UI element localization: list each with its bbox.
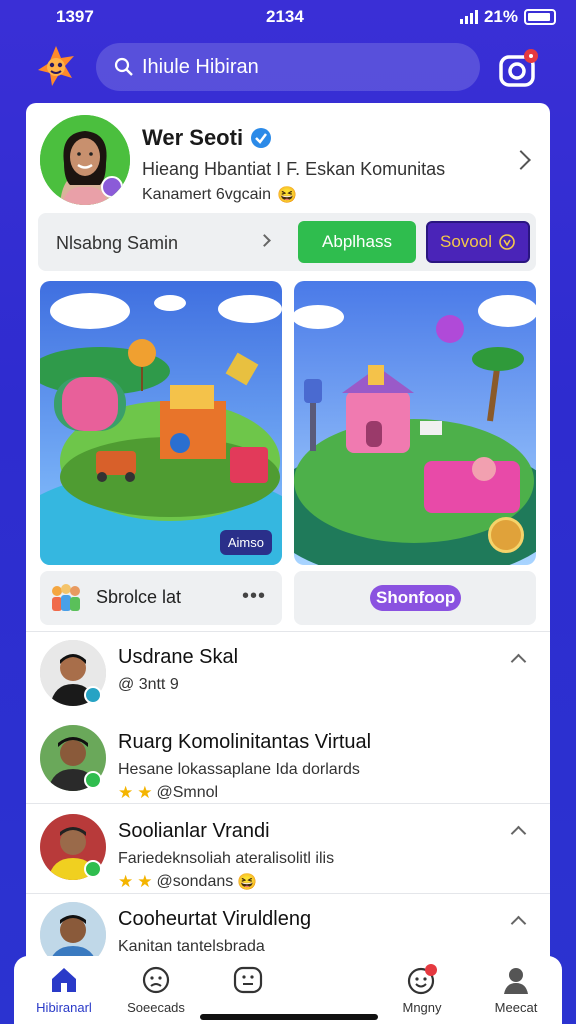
action-label[interactable]: Nlsabng Samin [56, 233, 178, 254]
nav-item-home[interactable]: Hibiranarl [14, 962, 114, 1020]
main-card: Wer Seoti Hieang Hbantiat I F. Eskan Kom… [26, 103, 550, 973]
purple-action-button[interactable]: Sovool [426, 221, 530, 263]
status-left-text: 1397 [56, 7, 94, 26]
nav-label: Mngny [402, 1000, 442, 1015]
smiley-notification-icon [407, 964, 437, 995]
list-item-meta: ★ ★ @Smnol [118, 783, 218, 803]
app-logo-icon[interactable] [34, 44, 78, 88]
star-icon: ★ [137, 783, 153, 802]
laughing-emoji-icon: 😆 [276, 187, 297, 204]
nav-item-chat[interactable] [198, 962, 298, 1020]
battery-percentage: 21% [483, 7, 518, 26]
chevron-right-icon[interactable] [511, 150, 531, 170]
chat-face-icon [233, 966, 263, 994]
list-item-handle: @Smnol [156, 784, 219, 801]
nav-label: Soeecads [127, 1000, 185, 1015]
tile-footer-2[interactable]: Shonfoop [294, 571, 536, 625]
list-item-subtitle: Hesane lokassaplane Ida dorlards [118, 761, 360, 778]
search-icon [114, 57, 133, 76]
list-item[interactable]: Soolianlar Vrandi Fariedeknsoliah ateral… [26, 803, 550, 893]
status-right: 21% [459, 7, 556, 27]
woman-avatar-image [40, 115, 130, 205]
search-bar[interactable] [96, 43, 480, 91]
status-bar: 1397 2134 21% [0, 0, 576, 36]
status-dot-icon [84, 771, 102, 789]
camera-notification-icon[interactable] [498, 48, 540, 90]
list-item-handle: @sondans [156, 873, 234, 890]
home-icon [52, 968, 76, 992]
game-tile-2[interactable] [294, 281, 536, 565]
green-action-button[interactable]: Abplhass [298, 221, 416, 263]
chevron-up-icon[interactable] [510, 825, 527, 842]
profile-avatar[interactable] [40, 115, 130, 205]
list-item-title: Usdrane Skal [118, 646, 239, 668]
people-group-icon [52, 584, 80, 611]
nav-item-profile[interactable]: Meecat [466, 962, 566, 1020]
list-item[interactable]: Usdrane Skal @ 3ntt 9 [26, 631, 550, 717]
list-item-title: Cooheurtat Viruldleng [118, 908, 312, 930]
tile-tag: Aimso [219, 530, 272, 555]
purple-action-label: Sovool [440, 232, 492, 251]
profile-header[interactable]: Wer Seoti Hieang Hbantiat I F. Eskan Kom… [38, 113, 538, 209]
search-input[interactable] [142, 55, 442, 79]
star-icon: ★ [118, 783, 134, 802]
list-item-meta: ★ ★ @sondans 😆 [118, 872, 257, 892]
list-item-subtitle: Kanitan tantelsbrada [118, 938, 265, 955]
profile-caption: Kanamert 6vgcain [142, 186, 271, 203]
profile-subtitle: Hieang Hbantiat I F. Eskan Komunitas [142, 159, 446, 179]
signal-icon [459, 10, 478, 24]
action-row: Nlsabng Samin Abplhass Sovool [38, 213, 536, 271]
list-item-subtitle: Fariedeknsoliah ateralisolitl ilis [118, 850, 335, 867]
verified-badge-icon [251, 128, 272, 148]
nav-label: Hibiranarl [36, 1000, 92, 1015]
profile-name-row: Wer Seoti [142, 125, 272, 151]
face-icon [142, 966, 170, 994]
profile-caption-row: Kanamert 6vgcain 😆 [142, 185, 297, 205]
tile-footer-1[interactable]: Sbrolce lat ••• [40, 571, 282, 625]
list-item-title: Soolianlar Vrandi [118, 820, 270, 842]
chevron-up-icon[interactable] [510, 653, 527, 670]
laughing-emoji-icon: 😆 [237, 874, 258, 891]
nav-item-notifications[interactable]: Mngny [372, 962, 472, 1020]
coin-badge-icon [488, 517, 524, 553]
status-time: 2134 [266, 7, 304, 26]
nav-label: Meecat [494, 1000, 538, 1015]
nav-item-search[interactable]: Soeecads [106, 962, 206, 1020]
profile-icon [504, 968, 528, 994]
battery-icon [524, 9, 556, 25]
home-indicator[interactable] [200, 1014, 378, 1020]
more-options-icon[interactable]: ••• [242, 585, 266, 608]
list-item-title: Ruarg Komolinitantas Virtual [118, 731, 372, 753]
chevron-up-icon[interactable] [510, 915, 527, 932]
status-dot-icon [84, 686, 102, 704]
list-item-subtitle: @ 3ntt 9 [118, 676, 179, 693]
star-icon: ★ [118, 872, 134, 891]
island-world-illustration [40, 281, 282, 565]
shop-pill[interactable]: Shonfoop [370, 585, 462, 611]
shield-icon [499, 234, 515, 250]
profile-name: Wer Seoti [142, 125, 244, 150]
list-item[interactable]: Ruarg Komolinitantas Virtual Hesane loka… [26, 717, 550, 803]
status-dot-icon [84, 860, 102, 878]
star-icon: ★ [137, 872, 153, 891]
chevron-right-small-icon[interactable] [258, 234, 271, 247]
tile-footer-label: Sbrolce lat [96, 587, 182, 607]
game-tile-1[interactable]: Aimso [40, 281, 282, 565]
